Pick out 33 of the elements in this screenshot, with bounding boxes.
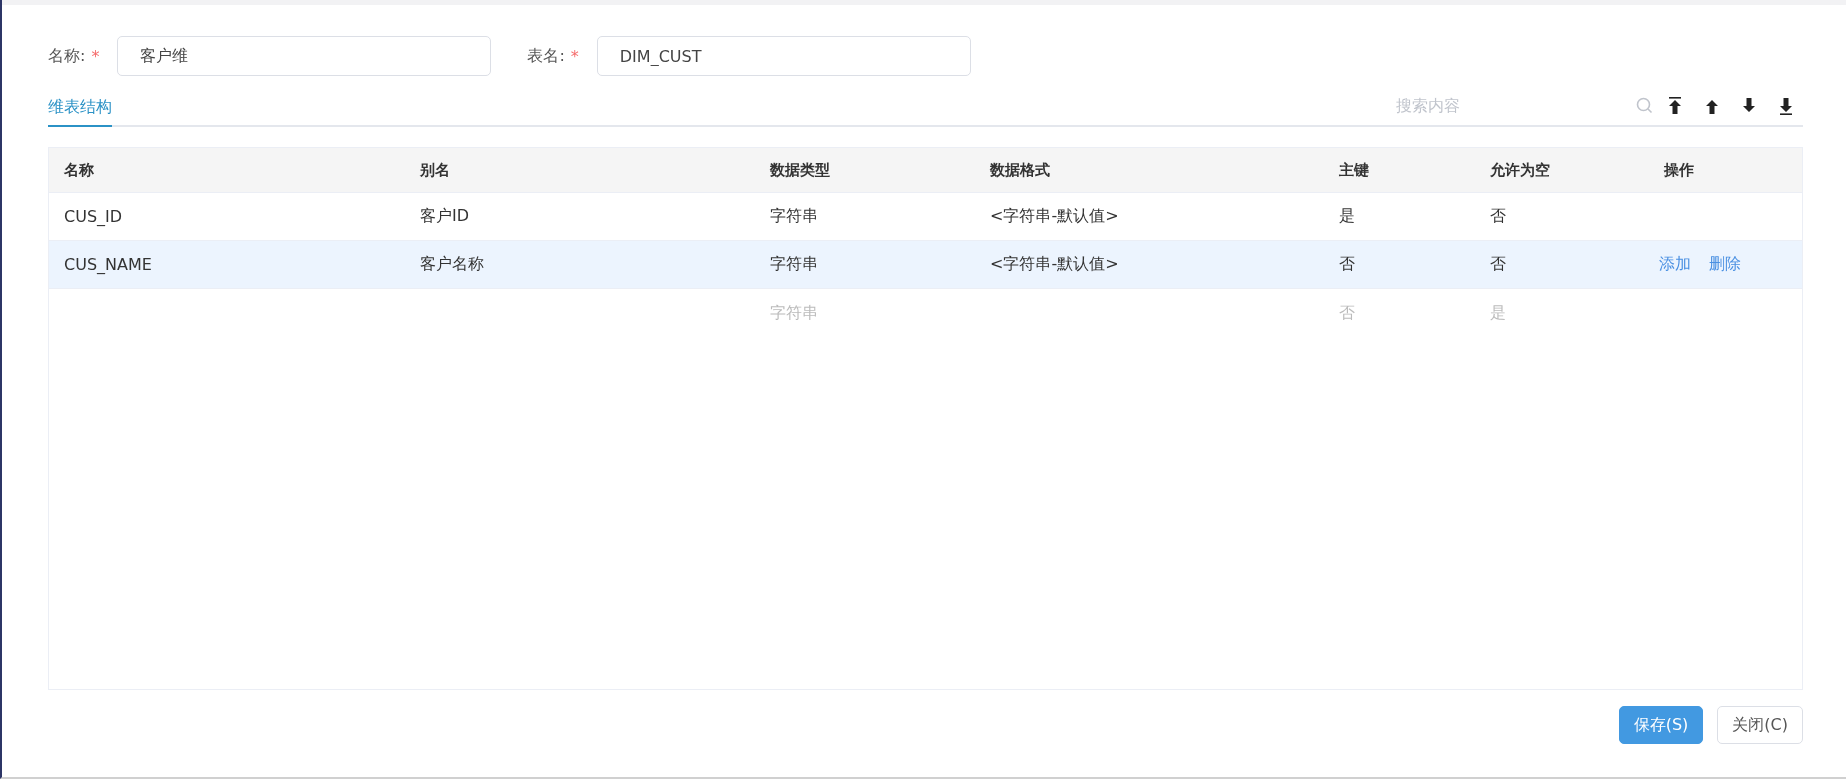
column-header: 数据格式: [990, 160, 1050, 179]
move-down-icon[interactable]: [1742, 96, 1756, 115]
move-bottom-icon[interactable]: [1779, 96, 1793, 115]
table-cell: 客户ID: [420, 206, 470, 225]
field-label: 表名:: [527, 45, 565, 67]
column-header: 允许为空: [1490, 160, 1550, 179]
table-cell: CUS_ID: [64, 207, 123, 226]
tab[interactable]: 维表结构: [48, 97, 112, 127]
table-cell: <字符串-默认值>: [990, 206, 1119, 225]
table-cell: 客户名称: [420, 254, 484, 273]
required-mark: *: [570, 46, 579, 66]
table-cell: 字符串: [770, 302, 818, 322]
field-label: 名称:: [48, 45, 86, 67]
column-header: 操作: [1664, 160, 1694, 179]
table-cell: 否: [1339, 254, 1355, 273]
table-cell: 字符串: [770, 254, 818, 273]
table-cell: 是: [1490, 302, 1506, 322]
column-header: 名称: [64, 160, 94, 179]
table-cell: 否: [1490, 206, 1506, 225]
column-header: 别名: [420, 160, 450, 179]
move-top-icon[interactable]: [1668, 96, 1682, 115]
table-cell: 否: [1339, 302, 1355, 322]
table-cell: 字符串: [770, 206, 818, 225]
column-header: 主键: [1339, 160, 1369, 179]
close-button[interactable]: 关闭(C): [1717, 706, 1803, 744]
input-field[interactable]: DIM_CUST: [596, 36, 971, 76]
table-cell: <字符串-默认值>: [990, 254, 1119, 273]
table-cell: CUS_NAME: [64, 255, 152, 274]
input-field[interactable]: 客户维: [117, 36, 492, 76]
table-cell: 是: [1339, 206, 1355, 225]
column-header: 数据类型: [770, 160, 830, 179]
required-mark: *: [91, 46, 100, 66]
table-cell: 否: [1490, 254, 1506, 273]
